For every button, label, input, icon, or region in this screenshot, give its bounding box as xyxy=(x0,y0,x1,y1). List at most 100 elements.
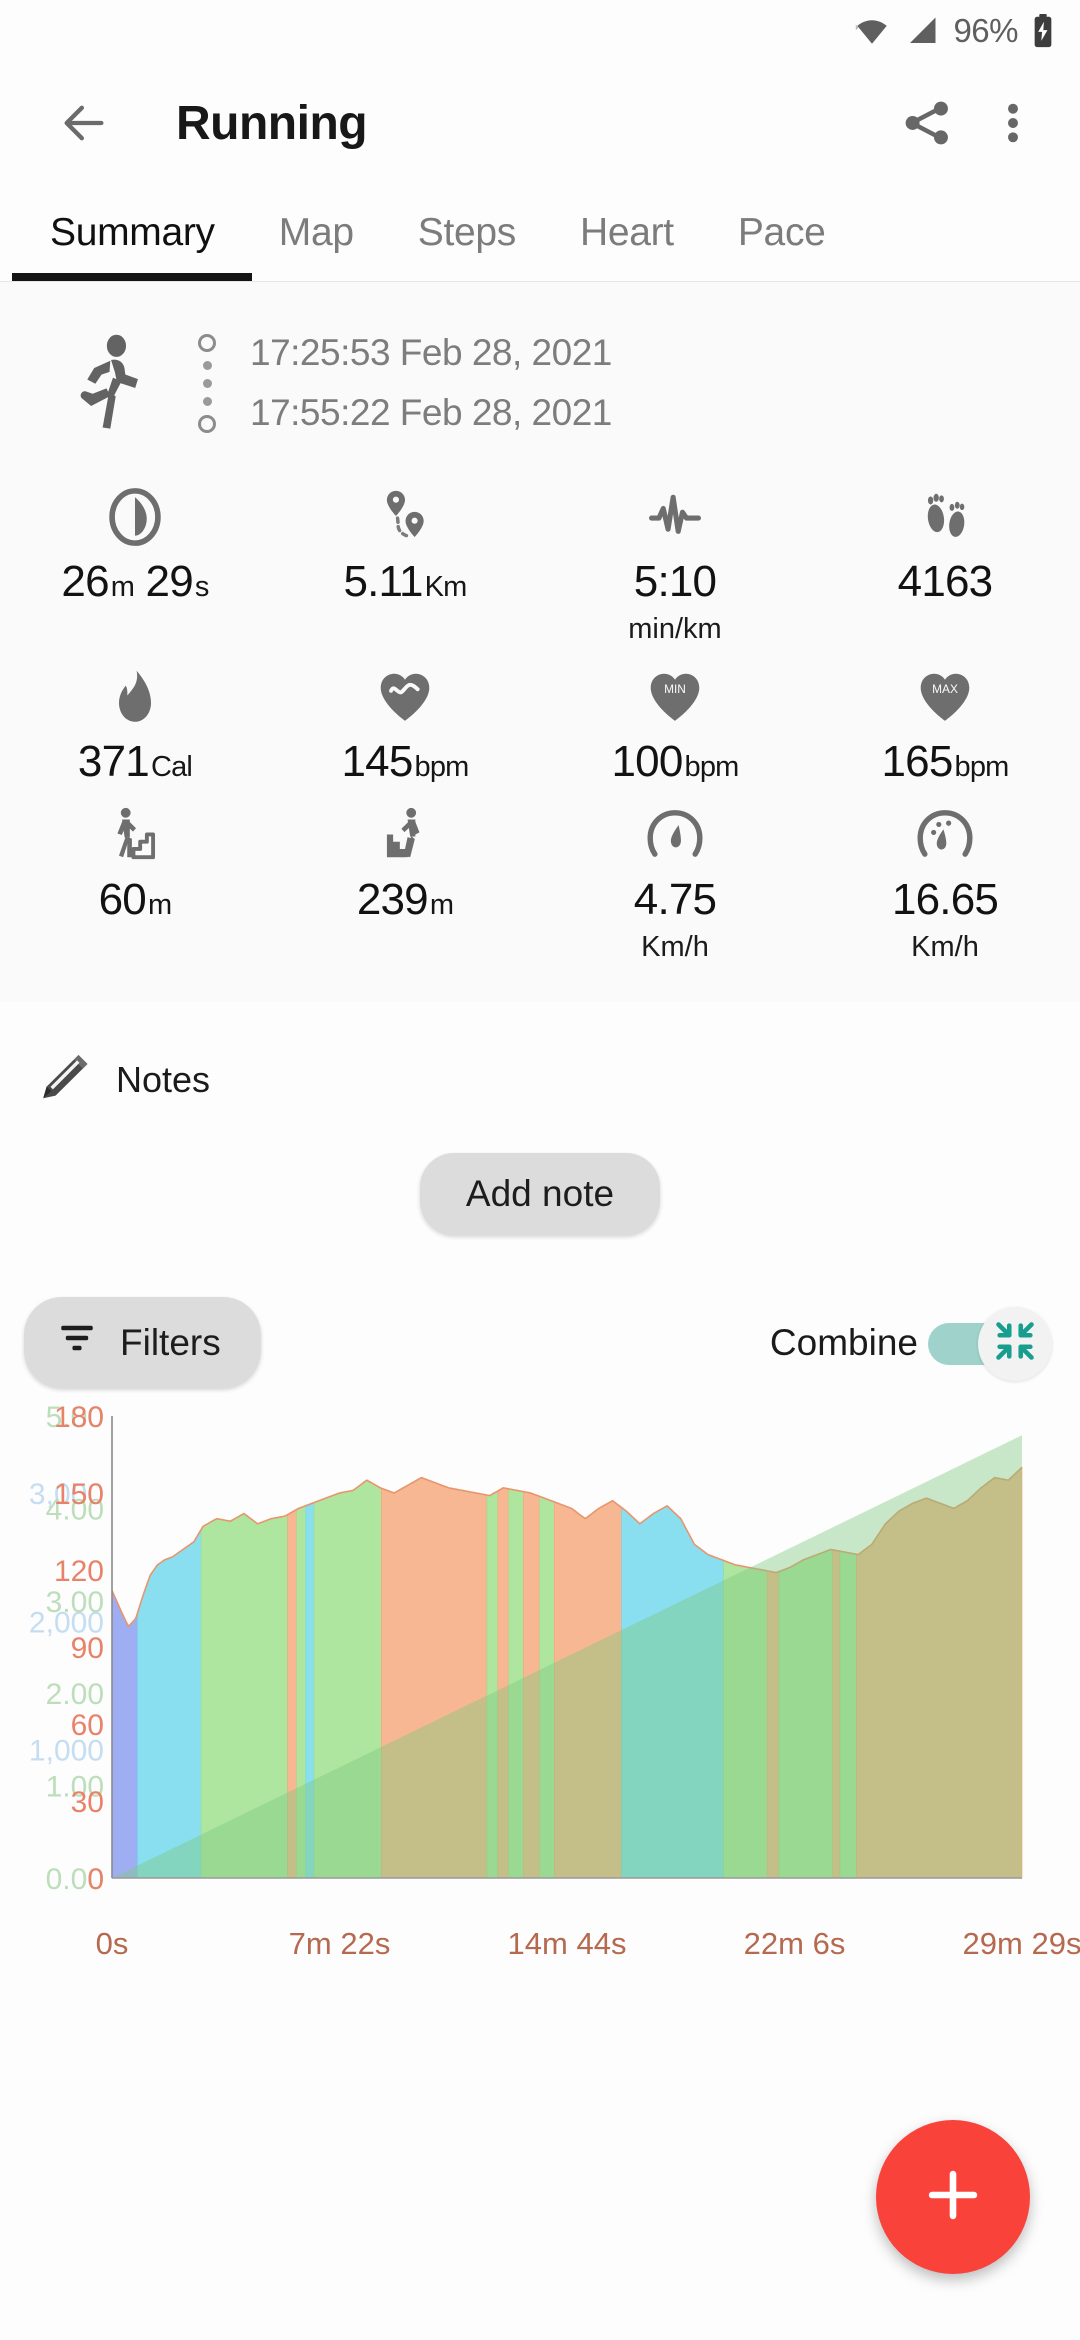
app-bar: Running xyxy=(0,62,1080,184)
running-person-icon xyxy=(48,333,168,433)
stats-row: 26 m 29 s 5.11 Km 5:10 min/km 4163 xyxy=(0,474,1080,650)
stats-grid: 26 m 29 s 5.11 Km 5:10 min/km 4163 371 C… xyxy=(0,474,1080,968)
stat-value: 5:10 xyxy=(633,557,717,606)
stat-min-heart-rate: MIN 100 bpm xyxy=(540,654,810,788)
duration-clock-icon xyxy=(103,484,167,550)
svg-text:2.00: 2.00 xyxy=(46,1678,104,1711)
stats-row: 60 m 239 m 4.75 Km/h 16.65 Km/h xyxy=(0,792,1080,968)
footsteps-icon xyxy=(913,484,977,550)
x-tick-label: 0s xyxy=(95,1926,129,1961)
pencil-icon xyxy=(36,1048,94,1111)
share-icon[interactable] xyxy=(882,96,972,150)
end-dot-icon xyxy=(198,414,216,433)
stat-max-speed: 16.65 Km/h xyxy=(810,792,1080,968)
stat-ascent: 60 m xyxy=(0,792,270,968)
combine-label: Combine xyxy=(769,1321,918,1363)
stat-descent: 239 m xyxy=(270,792,540,968)
x-tick-label: 7m 22s xyxy=(288,1926,391,1961)
stat-steps: 4163 xyxy=(810,474,1080,650)
max-speed-gauge-icon xyxy=(914,802,976,868)
stat-value: 100 bpm xyxy=(611,737,739,786)
tab-map[interactable]: Map xyxy=(247,211,386,255)
status-bar: 96% xyxy=(0,0,1080,62)
stat-sublabel: Km/h xyxy=(911,931,979,963)
distance-pins-icon xyxy=(373,484,437,550)
add-note-row: Add note xyxy=(0,1153,1080,1235)
x-tick-label: 22m 6s xyxy=(743,1926,846,1961)
stat-distance: 5.11 Km xyxy=(270,474,540,650)
stat-value: 371 Cal xyxy=(77,737,193,786)
notes-header: Notes xyxy=(0,1048,1080,1111)
page-title: Running xyxy=(176,96,368,150)
stats-row: 371 Cal 145 bpm MIN 100 bpm MAX 165 bpm xyxy=(0,654,1080,788)
svg-text:0: 0 xyxy=(87,1863,104,1896)
more-vertical-icon[interactable] xyxy=(972,97,1054,149)
tab-heart[interactable]: Heart xyxy=(548,211,706,255)
heart-max-icon: MAX xyxy=(914,664,976,730)
session-start-time: 17:25:53 Feb 28, 2021 xyxy=(250,332,612,373)
filter-icon xyxy=(56,1317,98,1368)
wifi-icon xyxy=(853,16,891,46)
svg-text:MAX: MAX xyxy=(932,682,958,696)
svg-text:120: 120 xyxy=(54,1555,104,1588)
tab-steps[interactable]: Steps xyxy=(386,211,548,255)
descent-stairs-icon xyxy=(374,802,436,868)
tab-pace[interactable]: Pace xyxy=(706,211,858,255)
stat-min-speed: 4.75 Km/h xyxy=(540,792,810,968)
svg-text:MIN: MIN xyxy=(664,682,686,696)
notes-title: Notes xyxy=(116,1058,211,1100)
plus-icon xyxy=(920,2162,986,2233)
tab-bar: Summary Map Steps Heart Pace xyxy=(0,184,1080,282)
toggle-thumb xyxy=(978,1306,1052,1381)
stat-calories: 371 Cal xyxy=(0,654,270,788)
stat-value: 4.75 xyxy=(633,875,717,924)
stat-max-heart-rate: MAX 165 bpm xyxy=(810,654,1080,788)
svg-text:60: 60 xyxy=(71,1709,104,1742)
cellular-signal-icon xyxy=(905,16,939,46)
stat-value: 165 bpm xyxy=(881,737,1009,786)
x-tick-label: 14m 44s xyxy=(507,1926,627,1961)
combine-control[interactable]: Combine xyxy=(770,1301,1058,1385)
battery-charging-icon xyxy=(1032,14,1054,48)
svg-text:30: 30 xyxy=(71,1786,104,1819)
start-dot-icon xyxy=(198,333,216,352)
stat-avg-heart-rate: 145 bpm xyxy=(270,654,540,788)
hr-zone-band xyxy=(111,1590,138,1879)
activity-chart[interactable]: 0 1,000 2,000 3,000 0.00 1.00 2.00 3.00 4.00 5.00… xyxy=(0,1406,1080,1926)
add-note-button[interactable]: Add note xyxy=(419,1153,661,1235)
heart-pulse-icon xyxy=(374,664,436,730)
chart-x-axis-labels: 0s 7m 22s 14m 44s 22m 6s 29m 29s xyxy=(0,1926,1080,1986)
heart-min-icon: MIN xyxy=(644,664,706,730)
session-times: 17:25:53 Feb 28, 2021 17:55:22 Feb 28, 2… xyxy=(250,332,612,434)
tab-active-indicator xyxy=(12,273,252,281)
back-arrow-icon[interactable] xyxy=(40,97,128,149)
combine-toggle[interactable] xyxy=(928,1301,1052,1385)
stat-value: 16.65 xyxy=(891,875,999,924)
tab-summary[interactable]: Summary xyxy=(18,211,247,255)
pace-waveform-icon xyxy=(643,484,707,550)
add-activity-fab[interactable] xyxy=(876,2120,1030,2274)
svg-text:180: 180 xyxy=(54,1406,104,1434)
session-header: 17:25:53 Feb 28, 2021 17:55:22 Feb 28, 2… xyxy=(0,308,1080,458)
battery-percent-label: 96% xyxy=(953,12,1018,49)
filters-button[interactable]: Filters xyxy=(24,1297,261,1388)
stat-value: 26 m 29 s xyxy=(61,557,209,606)
stat-value: 4163 xyxy=(897,557,993,606)
filters-label: Filters xyxy=(120,1321,221,1363)
x-tick-label: 29m 29s xyxy=(962,1926,1080,1961)
stat-value: 145 bpm xyxy=(341,737,469,786)
chart-controls: Filters Combine xyxy=(0,1245,1080,1388)
compress-arrows-icon xyxy=(992,1318,1038,1369)
ascent-stairs-icon xyxy=(104,802,166,868)
chart-canvas[interactable]: 01,0002,0003,0000.001.002.003.004.005.00… xyxy=(0,1406,1080,1926)
stat-sublabel: min/km xyxy=(628,613,722,645)
session-end-time: 17:55:22 Feb 28, 2021 xyxy=(250,392,612,433)
summary-panel: 17:25:53 Feb 28, 2021 17:55:22 Feb 28, 2… xyxy=(0,282,1080,1002)
stat-value: 60 m xyxy=(98,875,173,924)
stat-sublabel: Km/h xyxy=(641,931,709,963)
svg-text:3.00: 3.00 xyxy=(46,1586,104,1619)
session-track-indicator xyxy=(180,333,234,433)
flame-icon xyxy=(104,664,166,730)
stat-duration: 26 m 29 s xyxy=(0,474,270,650)
svg-text:90: 90 xyxy=(71,1632,104,1665)
